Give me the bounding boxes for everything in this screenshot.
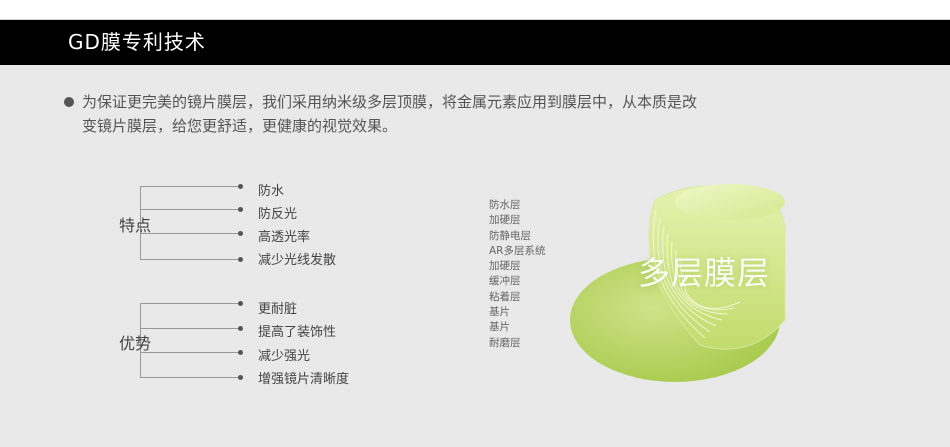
top-layer xyxy=(675,184,785,220)
advantage-item: 减少强光 xyxy=(258,349,311,364)
advantages-label: 优势 xyxy=(119,334,152,353)
feature-item: 防反光 xyxy=(258,207,298,222)
graphic-label: 多层膜层 xyxy=(638,254,771,292)
feature-item: 减少光线发散 xyxy=(258,253,337,268)
features-dot xyxy=(238,184,243,189)
layer-name: 缓冲层 xyxy=(489,275,521,288)
layer-name: 基片 xyxy=(489,321,510,334)
advantage-item: 增强镜片清晰度 xyxy=(258,372,350,387)
advantages-dot xyxy=(238,326,243,331)
features-dot xyxy=(238,207,243,212)
advantages-dot xyxy=(238,375,243,380)
features-dot xyxy=(238,231,243,236)
layer-name: 防静电层 xyxy=(489,229,531,242)
feature-item: 高透光率 xyxy=(258,230,311,245)
layer-name: 耐磨层 xyxy=(489,336,521,349)
layer-name: AR多层系统 xyxy=(489,244,546,257)
layer-name: 加硬层 xyxy=(489,214,521,227)
layer-list: 防水层 加硬层 防静电层 AR多层系统 加硬层 缓冲层 粘着层 基片 基片 耐磨… xyxy=(489,198,545,351)
advantage-item: 提高了装饰性 xyxy=(258,325,337,340)
feature-item: 防水 xyxy=(258,184,285,199)
layer-name: 粘着层 xyxy=(489,290,521,303)
layer-name: 防水层 xyxy=(489,199,521,211)
advantages-dot xyxy=(238,301,243,306)
features-dot xyxy=(238,257,243,262)
layer-name: 加硬层 xyxy=(489,260,521,273)
features-label: 特点 xyxy=(119,216,152,235)
layer-name: 基片 xyxy=(489,306,510,319)
advantages-dot xyxy=(238,350,243,355)
advantage-item: 更耐脏 xyxy=(258,302,298,317)
